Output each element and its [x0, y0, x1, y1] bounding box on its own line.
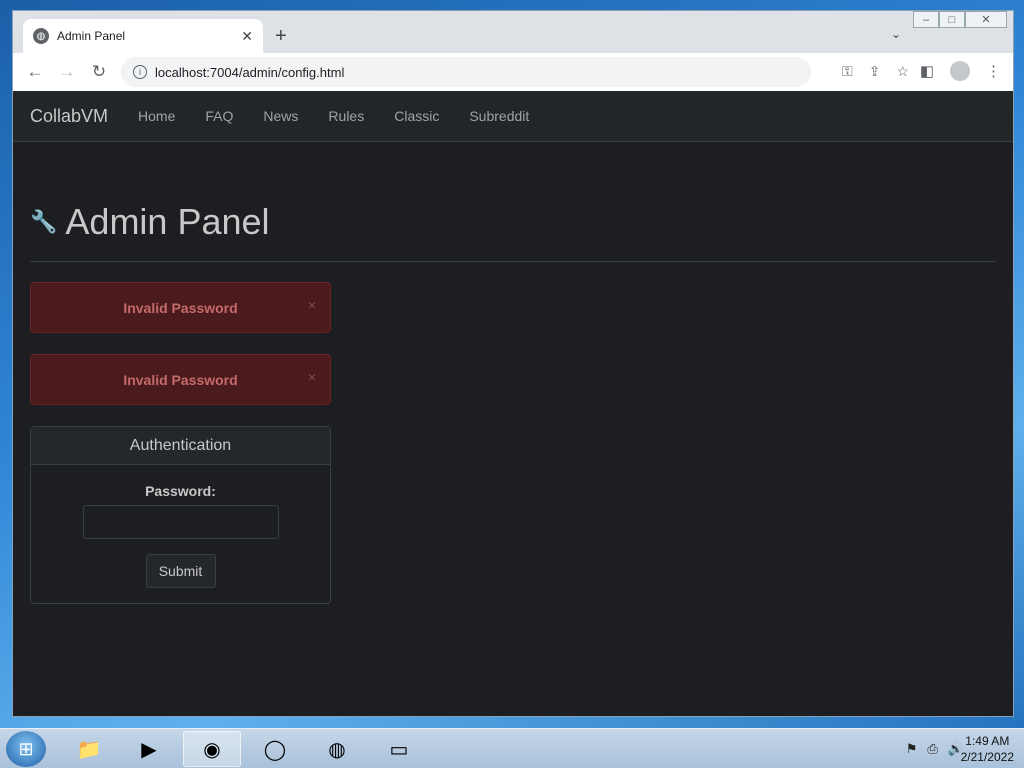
new-tab-button[interactable]: + — [275, 25, 287, 48]
authentication-panel: Authentication Password: Submit — [30, 426, 331, 604]
page-heading: 🔧 Admin Panel — [30, 201, 270, 243]
nav-rules[interactable]: Rules — [328, 108, 364, 124]
toolbar-right: ◧ ⋮ — [920, 61, 1001, 81]
side-panel-icon[interactable]: ◧ — [920, 62, 934, 80]
divider — [30, 261, 996, 262]
site-info-icon[interactable]: i — [133, 65, 147, 79]
address-bar[interactable]: i localhost:7004/admin/config.html — [121, 57, 811, 87]
menu-kebab-icon[interactable]: ⋮ — [986, 62, 1001, 80]
nav-classic[interactable]: Classic — [394, 108, 439, 124]
alert-message: Invalid Password — [123, 371, 238, 388]
opera-gx-icon[interactable]: ◯ — [246, 731, 304, 767]
tab-admin-panel[interactable]: ◍ Admin Panel ✕ — [23, 19, 263, 53]
nav-subreddit[interactable]: Subreddit — [469, 108, 529, 124]
tab-strip: ◍ Admin Panel ✕ + ⌄ — [13, 11, 1013, 53]
submit-button[interactable]: Submit — [145, 554, 216, 588]
url-text: localhost:7004/admin/config.html — [155, 64, 345, 80]
panel-title: Authentication — [31, 427, 330, 465]
error-alert: Invalid Password × — [30, 282, 331, 333]
tab-title: Admin Panel — [57, 29, 126, 43]
chrome-icon[interactable]: ◉ — [183, 731, 241, 767]
clock-time: 1:49 AM — [965, 734, 1010, 748]
start-button[interactable]: ⊞ — [6, 731, 46, 767]
maximize-button[interactable]: □ — [939, 11, 965, 28]
omnibox-icons: ⚿ ⇪ ☆ — [842, 63, 909, 80]
window-controls: – □ ✕ — [913, 11, 1007, 29]
taskbar: ⊞ 📁 ▶ ◉ ◯ ◍ ▭ ⚑ ⎙ 🔊 1:49 AM 2/21/2022 — [0, 728, 1024, 768]
explorer-icon[interactable]: 📁 — [60, 731, 118, 767]
network-icon[interactable]: ⎙ — [927, 741, 937, 757]
nav-home[interactable]: Home — [138, 108, 175, 124]
web-page: CollabVM Home FAQ News Rules Classic Sub… — [13, 91, 1013, 716]
tab-close-icon[interactable]: ✕ — [241, 28, 253, 45]
page-title: Admin Panel — [65, 201, 270, 242]
error-alert: Invalid Password × — [30, 354, 331, 405]
globe-icon: ◍ — [33, 28, 49, 44]
reload-icon[interactable]: ↻ — [83, 62, 115, 82]
key-icon[interactable]: ⚿ — [842, 63, 853, 80]
profile-avatar[interactable] — [950, 61, 970, 81]
nav-faq[interactable]: FAQ — [205, 108, 233, 124]
back-arrow-icon[interactable]: ← — [19, 62, 51, 82]
browser-window: ◍ Admin Panel ✕ + ⌄ – □ ✕ ← → ↻ i localh… — [12, 10, 1014, 717]
site-navbar: CollabVM Home FAQ News Rules Classic Sub… — [13, 91, 1013, 142]
alert-message: Invalid Password — [123, 299, 238, 316]
browser-toolbar: ← → ↻ i localhost:7004/admin/config.html… — [13, 53, 1013, 91]
tab-search-chevron-icon[interactable]: ⌄ — [891, 27, 901, 41]
password-label: Password: — [145, 483, 216, 499]
brand-link[interactable]: CollabVM — [30, 106, 108, 127]
close-button[interactable]: ✕ — [965, 11, 1007, 28]
clock-date: 2/21/2022 — [960, 750, 1014, 764]
clock[interactable]: 1:49 AM 2/21/2022 — [961, 733, 1014, 765]
opera-icon[interactable]: ◍ — [308, 731, 366, 767]
forward-arrow-icon[interactable]: → — [51, 62, 83, 82]
alert-close-icon[interactable]: × — [308, 369, 316, 385]
minimize-button[interactable]: – — [913, 11, 939, 28]
system-tray: ⚑ ⎙ 🔊 — [906, 741, 964, 757]
alert-close-icon[interactable]: × — [308, 297, 316, 313]
nav-news[interactable]: News — [263, 108, 298, 124]
wrench-icon: 🔧 — [30, 209, 58, 234]
password-input[interactable] — [82, 505, 279, 539]
command-prompt-icon[interactable]: ▭ — [370, 731, 428, 767]
action-center-flag-icon[interactable]: ⚑ — [906, 741, 918, 757]
star-icon[interactable]: ☆ — [896, 63, 909, 80]
share-icon[interactable]: ⇪ — [869, 63, 881, 80]
media-player-icon[interactable]: ▶ — [120, 731, 178, 767]
